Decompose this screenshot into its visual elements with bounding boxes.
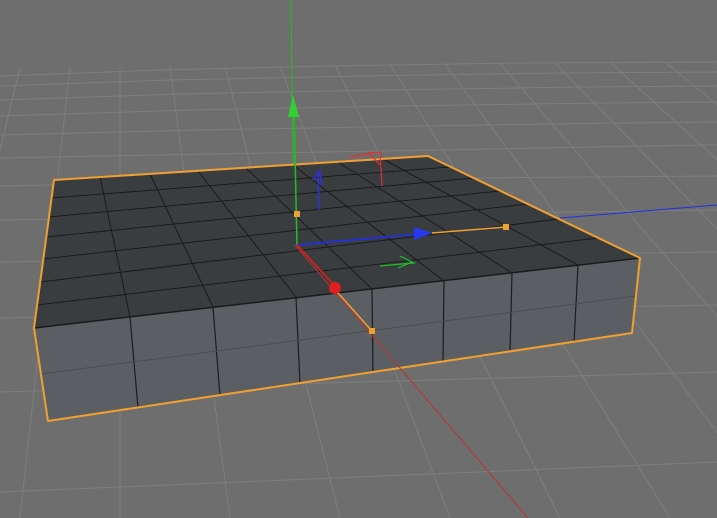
- grid-line: [0, 101, 717, 117]
- viewport-canvas[interactable]: [0, 0, 717, 518]
- grid-line: [0, 71, 717, 87]
- grid-line: [0, 61, 717, 77]
- grid-line: [0, 67, 21, 152]
- y-scale-handle[interactable]: [294, 211, 300, 217]
- grid-line: [0, 121, 717, 136]
- x-arrow-icon[interactable]: [329, 282, 341, 294]
- grid-line: [0, 461, 717, 493]
- x-scale-handle[interactable]: [369, 328, 375, 334]
- grid-line: [0, 85, 717, 101]
- 3d-viewport[interactable]: [0, 0, 717, 518]
- z-scale-handle[interactable]: [503, 224, 509, 230]
- grid-line: [664, 61, 717, 106]
- y-arrow-icon[interactable]: [288, 95, 299, 117]
